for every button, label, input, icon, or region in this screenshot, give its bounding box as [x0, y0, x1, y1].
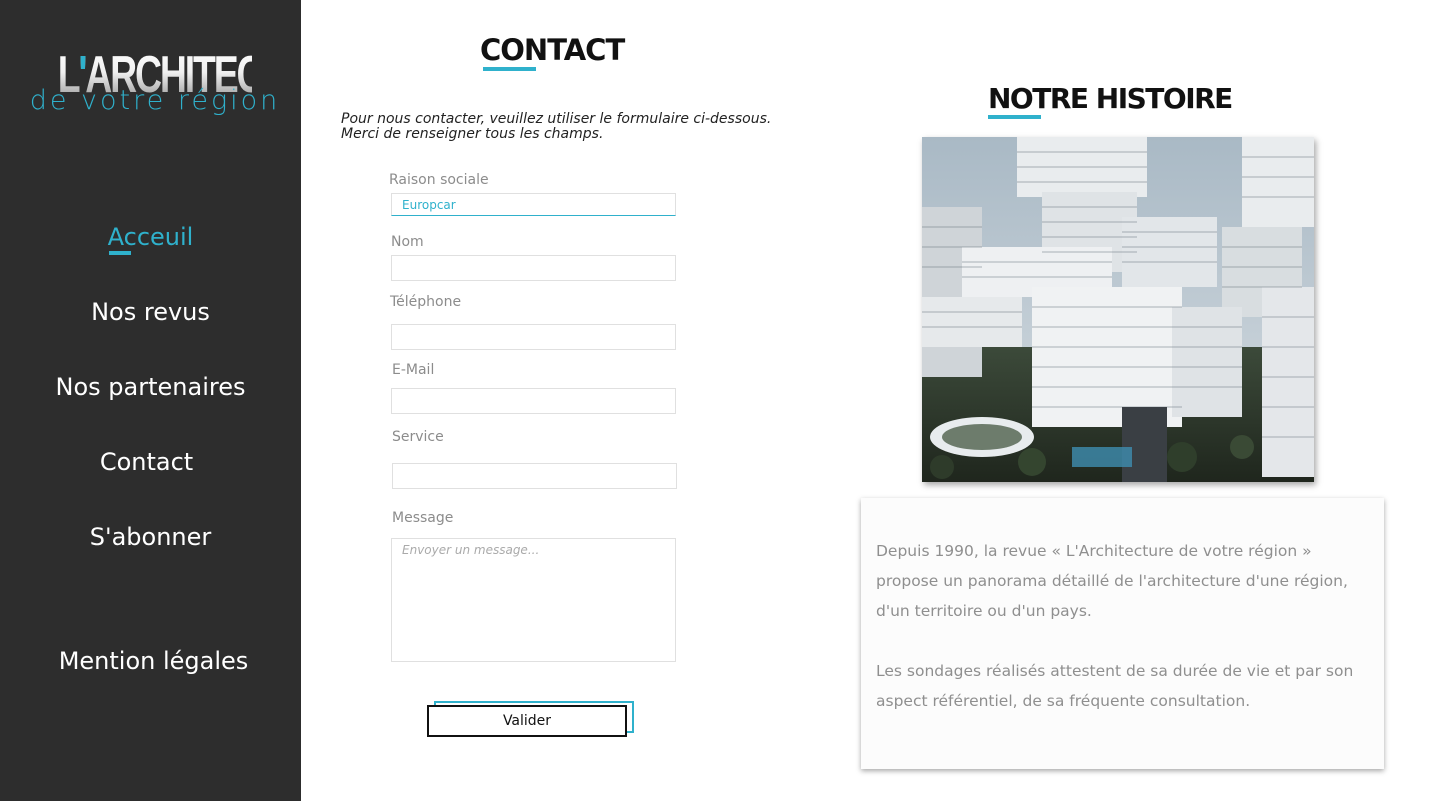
nav-item-sabonner[interactable]: S'abonner [0, 522, 301, 552]
contact-intro: Pour nous contacter, veuillez utiliser l… [341, 111, 772, 142]
message-textarea[interactable] [391, 538, 676, 662]
nom-label: Nom [391, 234, 424, 250]
nav-item-contact[interactable]: Contact [0, 447, 297, 477]
history-paragraph-1: Depuis 1990, la revue « L'Architecture d… [876, 542, 1348, 620]
service-input[interactable] [392, 463, 677, 489]
telephone-input[interactable] [391, 324, 676, 350]
active-underline [109, 251, 131, 255]
nav-item-acceuil[interactable]: Acceuil [0, 222, 301, 255]
service-label: Service [392, 429, 444, 445]
nav-item-label: S'abonner [89, 523, 212, 551]
history-title: NOTRE HISTOIRE [988, 82, 1233, 115]
submit-button[interactable]: Valider [427, 705, 627, 737]
history-paragraph-2: Les sondages réalisés attestent de sa du… [876, 662, 1354, 710]
history-title-underline [988, 115, 1041, 119]
site-logo[interactable]: L'ARCHITECTURE de votre région [20, 46, 290, 126]
nav-item-label: Mention légales [58, 647, 249, 675]
contact-title-underline [483, 67, 536, 71]
nom-input[interactable] [391, 255, 676, 281]
nav-item-label: Nos revus [91, 298, 210, 326]
telephone-label: Téléphone [390, 294, 462, 310]
contact-title: CONTACT [480, 33, 625, 67]
history-card: Depuis 1990, la revue « L'Architecture d… [861, 498, 1384, 769]
nav-item-mention-legales[interactable]: Mention légales [3, 646, 304, 676]
nav-item-label: Contact [99, 448, 194, 476]
email-input[interactable] [391, 388, 676, 414]
sidebar: L'ARCHITECTURE de votre région Acceuil N… [0, 0, 301, 801]
logo-subtitle: de votre région [29, 85, 281, 116]
raison-sociale-input[interactable] [391, 193, 676, 216]
nav-item-nos-partenaires[interactable]: Nos partenaires [0, 372, 301, 402]
nav-item-nos-revus[interactable]: Nos revus [0, 297, 301, 327]
email-label: E-Mail [392, 362, 435, 378]
nav-item-label: Nos partenaires [55, 373, 246, 401]
raison-sociale-label: Raison sociale [389, 172, 489, 188]
message-label: Message [392, 510, 454, 526]
nav-item-label: Acceuil [107, 223, 194, 251]
building-photo [922, 137, 1314, 482]
